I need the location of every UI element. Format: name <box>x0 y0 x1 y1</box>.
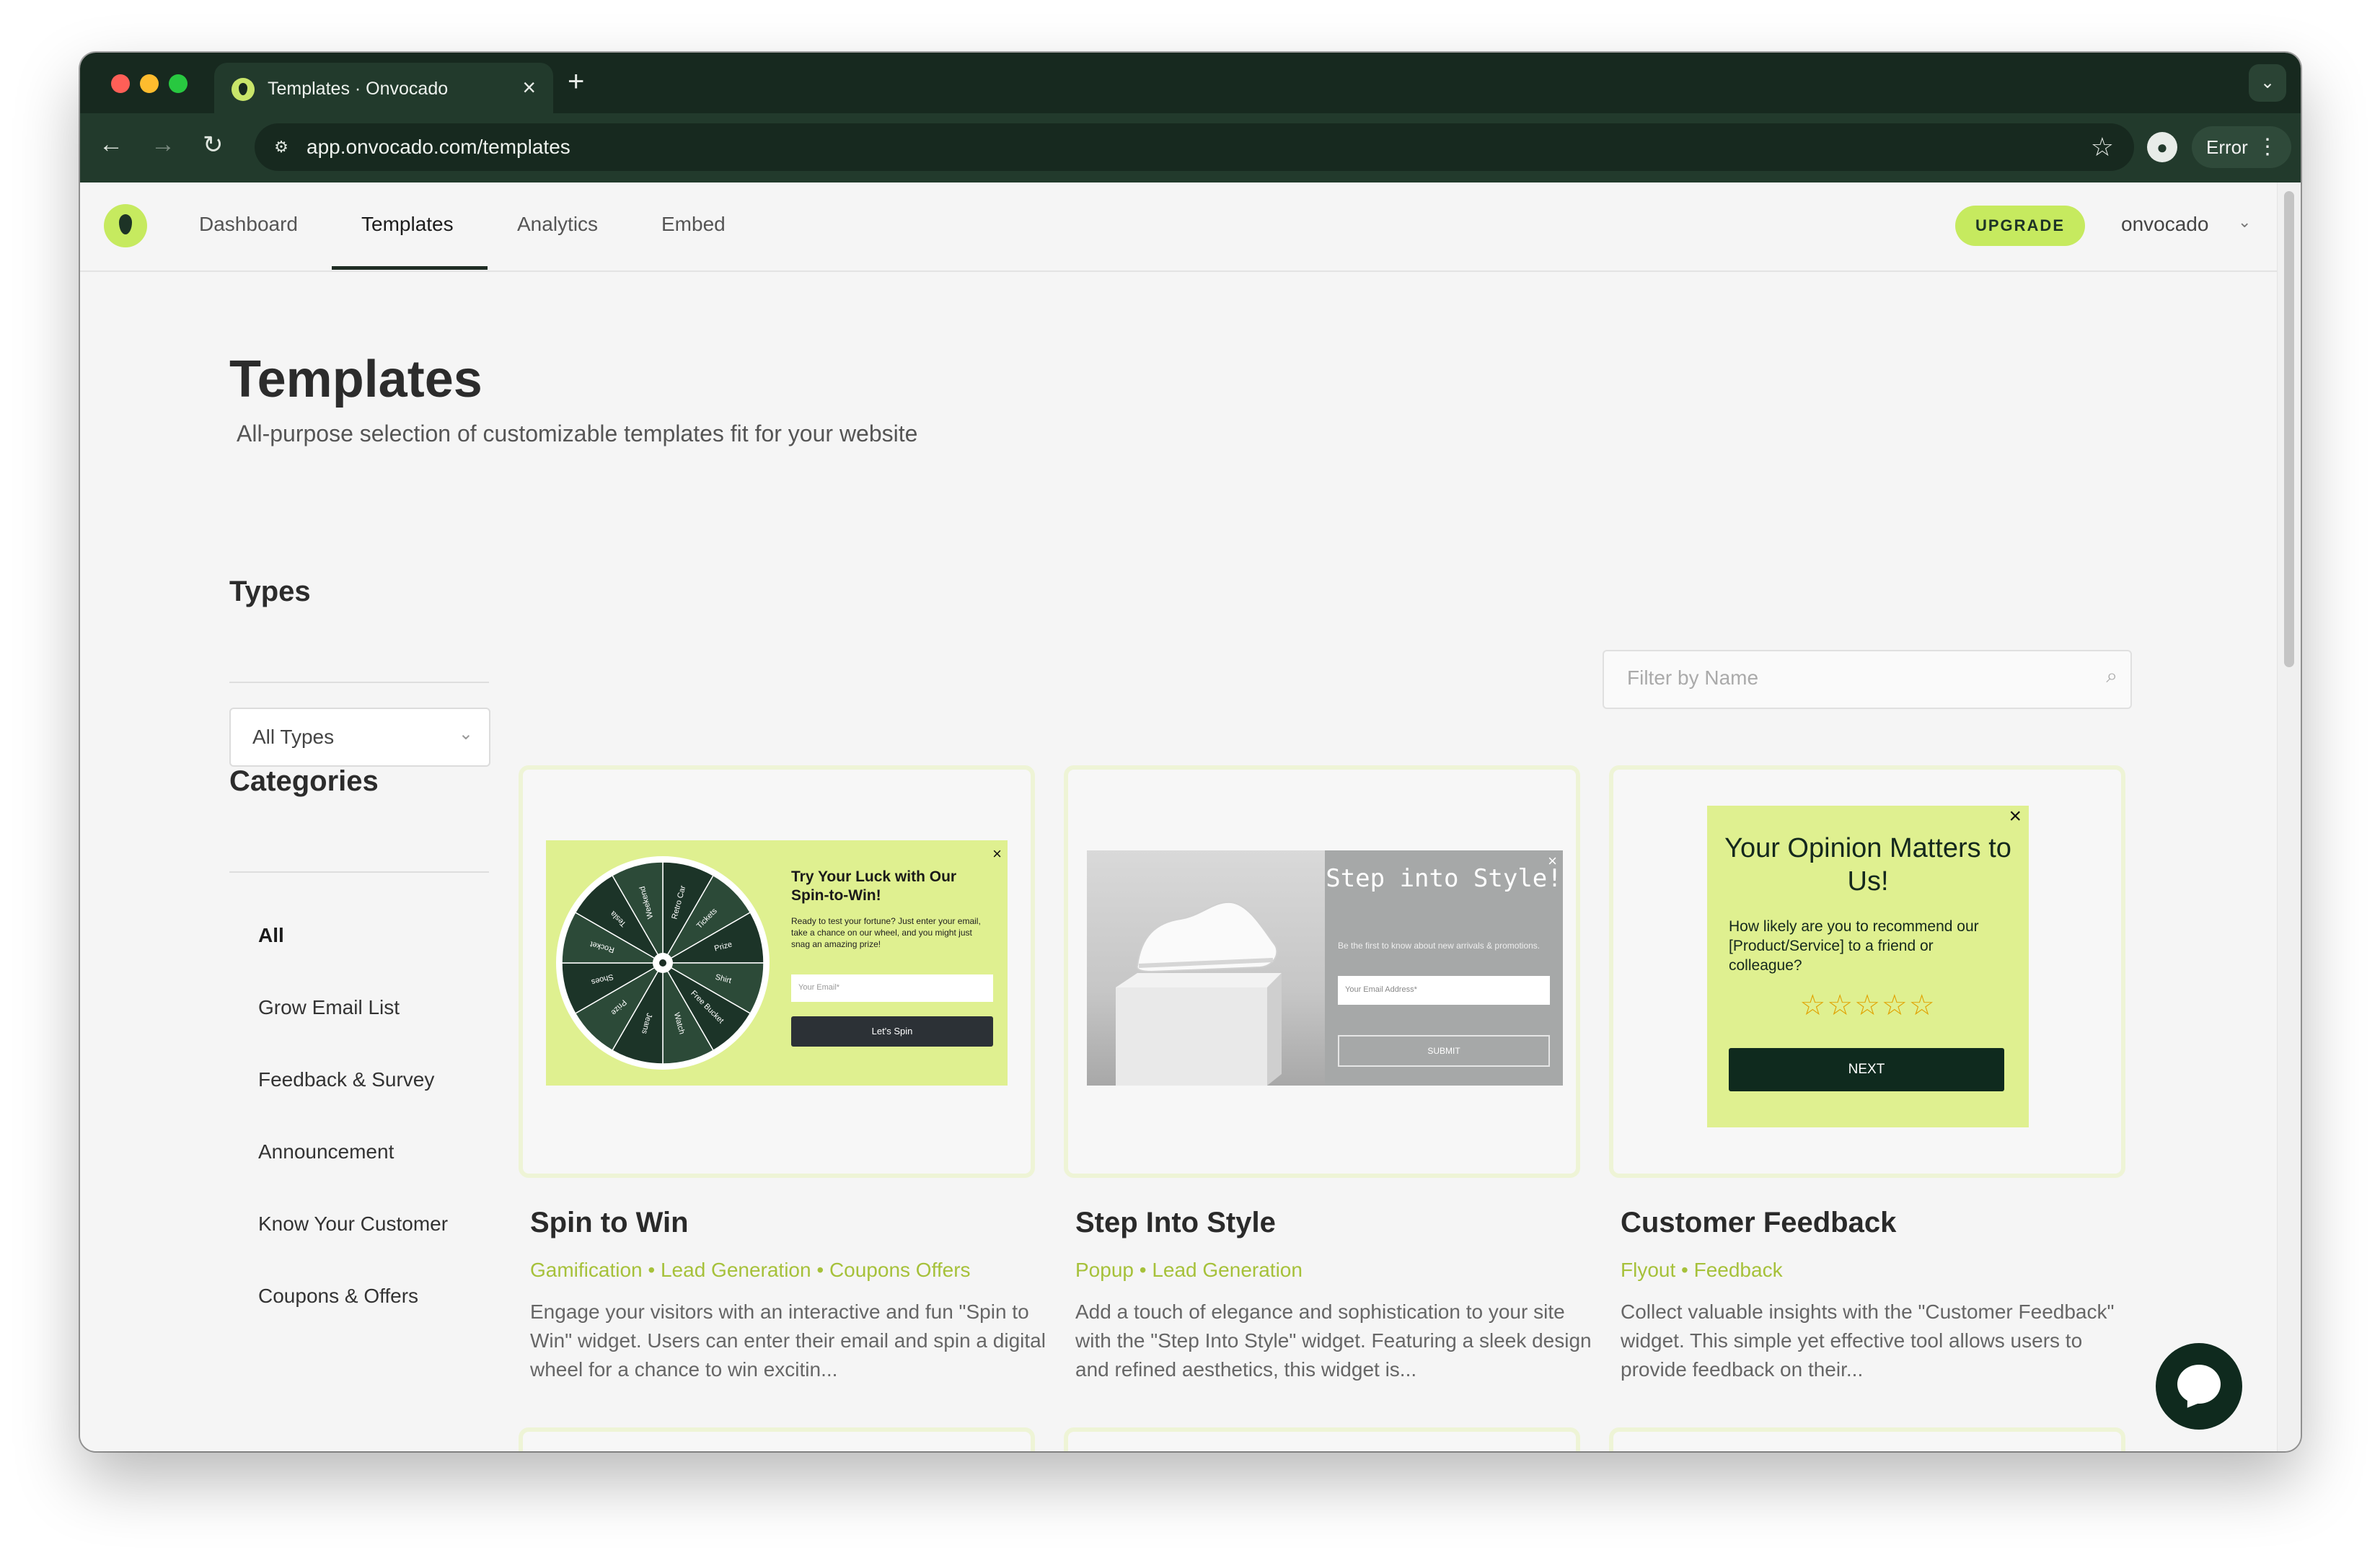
onvocado-logo[interactable] <box>104 204 147 247</box>
tab-strip: Templates · Onvocado × + ⌄ <box>80 53 2301 113</box>
spin-body: Ready to test your fortune? Just enter y… <box>791 916 981 949</box>
app-content: Dashboard Templates Analytics Embed UPGR… <box>80 182 2277 1451</box>
profile-icon[interactable]: ● <box>2147 132 2177 162</box>
forward-icon[interactable]: → <box>151 131 175 159</box>
filter-by-name[interactable]: ⌕ <box>1603 650 2132 709</box>
spin-button: Let's Spin <box>791 1016 993 1047</box>
template-card-customer-feedback[interactable]: × Your Opinion Matters to Us! How likely… <box>1609 765 2125 1178</box>
sneaker-icon <box>1116 901 1282 1086</box>
search-icon: ⌕ <box>2106 664 2117 687</box>
feedback-body: How likely are you to recommend our [Pro… <box>1729 918 1979 974</box>
template-description: Add a touch of elegance and sophisticati… <box>1075 1300 1592 1381</box>
template-title[interactable]: Spin to Win <box>530 1207 689 1239</box>
style-email-input: Your Email Address* <box>1338 976 1550 1005</box>
page-subtitle: All-purpose selection of customizable te… <box>237 421 918 446</box>
bookmark-star-icon[interactable]: ☆ <box>2091 132 2114 162</box>
category-know-your-customer[interactable]: Know Your Customer <box>258 1212 448 1236</box>
spin-preview: Retro Car Tickets Prize Shirt Free Bucket Wat… <box>546 840 1008 1086</box>
style-email-placeholder: Your Email Address* <box>1345 985 1417 994</box>
app-navbar: Dashboard Templates Analytics Embed UPGR… <box>80 182 2277 272</box>
back-icon[interactable]: ← <box>99 131 123 159</box>
template-card-spin-to-win[interactable]: Retro Car Tickets Prize Shirt Free Bucket Wat… <box>519 765 1035 1178</box>
page-scrollbar[interactable] <box>2277 182 2301 1451</box>
error-label: Error <box>2206 136 2248 158</box>
new-tab-icon[interactable]: + <box>568 66 584 98</box>
template-tags: Popup • Lead Generation <box>1075 1259 1303 1281</box>
browser-toolbar: ← → ↻ ⚙ app.onvocado.com/templates ☆ ● E… <box>80 113 2301 182</box>
tab-title: Templates · Onvocado <box>268 79 449 99</box>
tab-close-icon[interactable]: × <box>522 74 536 101</box>
minimize-window-button[interactable] <box>140 74 159 93</box>
spin-email-input: Your Email* <box>791 974 993 1002</box>
template-description: Collect valuable insights with the "Cust… <box>1621 1300 2115 1381</box>
nav-analytics[interactable]: Analytics <box>517 213 598 236</box>
reload-icon[interactable]: ↻ <box>203 131 224 159</box>
close-icon: × <box>2009 804 2022 828</box>
template-title[interactable]: Customer Feedback <box>1621 1207 1896 1239</box>
more-vert-icon: ⋮ <box>2257 135 2278 159</box>
divider <box>229 871 489 873</box>
types-heading: Types <box>229 576 311 607</box>
sneaker-image <box>1087 850 1325 1086</box>
template-tags: Gamification • Lead Generation • Coupons… <box>530 1259 971 1281</box>
category-coupons-offers[interactable]: Coupons & Offers <box>258 1285 418 1308</box>
types-select[interactable]: All Types ⌄ <box>229 708 490 767</box>
feedback-next-button: NEXT <box>1729 1048 2004 1091</box>
spin-heading: Try Your Luck with Our Spin-to-Win! <box>791 868 957 904</box>
error-chip[interactable]: Error ⋮ <box>2192 126 2291 168</box>
style-preview: × Step into Style! Be the first to know … <box>1087 850 1563 1086</box>
style-submit-button: SUBMIT <box>1338 1035 1550 1067</box>
chevron-down-icon: ⌄ <box>2260 73 2275 92</box>
close-window-button[interactable] <box>111 74 130 93</box>
template-description: Engage your visitors with an interactive… <box>530 1300 1046 1381</box>
tab-search-button[interactable]: ⌄ <box>2249 64 2286 102</box>
active-tab-indicator <box>332 266 488 270</box>
page-title: Templates <box>229 351 482 408</box>
upgrade-button[interactable]: UPGRADE <box>1955 206 2085 246</box>
category-feedback-survey[interactable]: Feedback & Survey <box>258 1068 434 1091</box>
style-heading: Step into Style! <box>1326 864 1562 893</box>
categories-heading: Categories <box>229 765 379 797</box>
template-title[interactable]: Step Into Style <box>1075 1207 1276 1239</box>
style-form-panel: × Step into Style! Be the first to know … <box>1325 850 1563 1086</box>
style-body: Be the first to know about new arrivals … <box>1338 941 1541 951</box>
browser-tab[interactable]: Templates · Onvocado × <box>214 63 553 113</box>
url-text[interactable]: app.onvocado.com/templates <box>307 136 570 159</box>
user-menu[interactable]: onvocado <box>2121 213 2208 236</box>
types-select-value: All Types <box>252 726 335 748</box>
template-card-partial[interactable] <box>1609 1427 2125 1451</box>
template-card-step-into-style[interactable]: × Step into Style! Be the first to know … <box>1064 765 1580 1178</box>
template-card-partial[interactable] <box>519 1427 1035 1451</box>
browser-window: Templates · Onvocado × + ⌄ ← → ↻ ⚙ app.o… <box>80 53 2301 1451</box>
maximize-window-button[interactable] <box>169 74 188 93</box>
feedback-heading: Your Opinion Matters to Us! <box>1724 833 2011 897</box>
chevron-down-icon[interactable]: ⌄ <box>2238 213 2251 232</box>
chat-bubble-button[interactable] <box>2156 1343 2242 1430</box>
template-card-partial[interactable]: × <box>1064 1427 1580 1451</box>
filter-input[interactable] <box>1626 666 2076 690</box>
address-bar[interactable]: ⚙ app.onvocado.com/templates ☆ <box>255 123 2134 171</box>
divider <box>229 682 489 683</box>
spin-wheel: Retro Car TicketsPrizeShirtFree BucketWat… <box>556 856 770 1070</box>
nav-embed[interactable]: Embed <box>661 213 726 236</box>
scrollbar-thumb[interactable] <box>2284 191 2294 667</box>
spin-email-placeholder: Your Email* <box>798 983 840 992</box>
nav-dashboard[interactable]: Dashboard <box>199 213 298 236</box>
close-icon: × <box>992 845 1002 863</box>
feedback-preview: × Your Opinion Matters to Us! How likely… <box>1707 804 2029 1127</box>
chevron-down-icon: ⌄ <box>458 724 473 744</box>
site-settings-icon[interactable]: ⚙ <box>269 135 294 159</box>
category-announcement[interactable]: Announcement <box>258 1140 394 1163</box>
nav-templates[interactable]: Templates <box>361 213 454 236</box>
category-grow-email-list[interactable]: Grow Email List <box>258 996 400 1019</box>
favicon-icon <box>232 78 255 101</box>
template-tags: Flyout • Feedback <box>1621 1259 1783 1281</box>
category-all[interactable]: All <box>258 924 284 947</box>
rating-stars-icon: ☆☆☆☆☆ <box>1799 990 1936 1021</box>
